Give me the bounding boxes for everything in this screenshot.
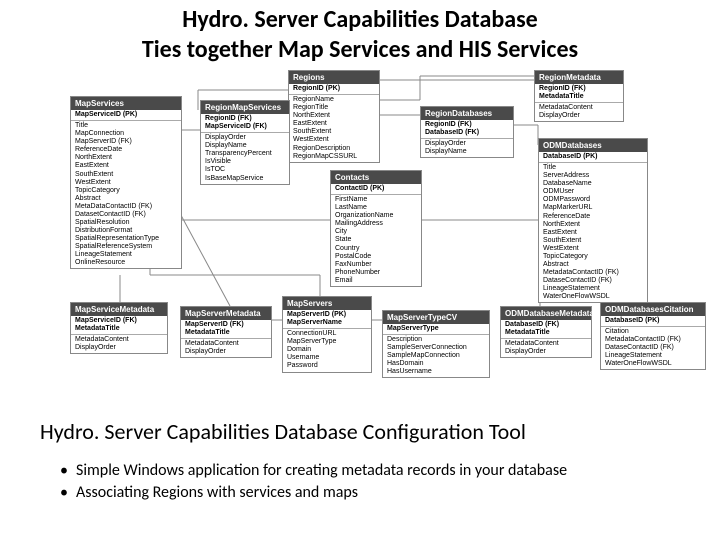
section-caption: Hydro. Server Capabilities Database Conf…: [40, 418, 680, 445]
er-diagram: Regions RegionID (PK) RegionNameRegionTi…: [50, 70, 670, 410]
bullet-item: Associating Regions with services and ma…: [60, 482, 660, 504]
bullet-list: Simple Windows application for creating …: [60, 460, 660, 503]
table-odm-database-metadata: ODMDatabaseMetadata DatabaseID (FK)Metad…: [500, 306, 592, 358]
bullet-item: Simple Windows application for creating …: [60, 460, 660, 482]
table-map-servers: MapServers MapServerID (PK)MapServerName…: [282, 296, 372, 373]
table-regions: Regions RegionID (PK) RegionNameRegionTi…: [288, 70, 380, 163]
title-line-2: Ties together Map Services and HIS Servi…: [142, 35, 578, 64]
table-region-map-services: RegionMapServices RegionID (FK)MapServic…: [200, 100, 290, 185]
table-odm-databases: ODMDatabases DatabaseID (PK) TitleServer…: [538, 138, 648, 303]
title-line-1: Hydro. Server Capabilities Database: [182, 5, 537, 34]
table-map-server-metadata: MapServerMetadata MapServerID (FK)Metada…: [180, 306, 272, 358]
table-contacts: Contacts ContactID (PK) FirstNameLastNam…: [330, 170, 422, 287]
table-region-metadata: RegionMetadata RegionID (FK)MetadataTitl…: [534, 70, 624, 122]
table-region-databases: RegionDatabases RegionID (FK)DatabaseID …: [420, 106, 514, 158]
table-map-server-type-cv: MapServerTypeCV MapServerType Descriptio…: [382, 310, 490, 378]
table-odm-databases-citation: ODMDatabasesCitation DatabaseID (PK) Cit…: [600, 302, 706, 370]
table-map-service-metadata: MapServiceMetadata MapServiceID (FK)Meta…: [70, 302, 168, 354]
table-map-services: MapServices MapServiceID (PK) TitleMapCo…: [70, 96, 182, 269]
slide-title: Hydro. Server Capabilities Database Ties…: [0, 5, 720, 65]
